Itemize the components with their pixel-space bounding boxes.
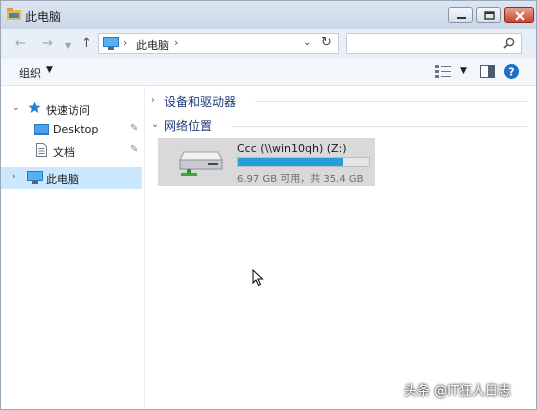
explorer-window: 此电脑 ← → ▼ ↑ › 此电脑 › ⌄ ↻ 组织 ▼ ▼ ? ⌄ 快速访问 … — [0, 0, 537, 410]
chevron-down-icon[interactable]: ▼ — [460, 66, 467, 76]
breadcrumb-location[interactable]: 此电脑 — [136, 37, 169, 53]
refresh-icon[interactable]: ↻ — [321, 35, 332, 50]
divider — [255, 101, 527, 102]
desktop-icon — [34, 124, 49, 138]
help-icon[interactable]: ? — [504, 64, 519, 82]
sidebar-item-desktop[interactable]: Desktop ✎ — [1, 119, 142, 141]
chevron-right-icon[interactable]: › — [12, 172, 16, 182]
chevron-right-icon[interactable]: › — [151, 95, 155, 106]
sidebar-item-label: Desktop — [53, 123, 99, 136]
minimize-icon — [457, 17, 466, 19]
breadcrumb-separator[interactable]: › — [123, 36, 127, 49]
address-bar[interactable]: › 此电脑 › ⌄ ↻ — [98, 33, 339, 54]
cursor-icon — [252, 268, 264, 290]
window-title: 此电脑 — [25, 10, 62, 24]
chevron-down-icon[interactable]: ⌄ — [151, 119, 159, 130]
watermark: 头条 @IT狂人日志 — [404, 384, 511, 399]
maximize-icon — [484, 11, 495, 20]
navigation-pane: ⌄ 快速访问 Desktop ✎ 文档 ✎ › 此电脑 — [1, 86, 145, 409]
folder-icon — [7, 8, 21, 23]
sidebar-item-label: 快速访问 — [46, 104, 90, 117]
pin-icon[interactable]: ✎ — [130, 144, 138, 155]
network-drive-icon — [178, 146, 224, 179]
chevron-down-icon[interactable]: ⌄ — [12, 103, 20, 113]
maximize-button[interactable] — [476, 7, 501, 23]
star-icon — [28, 101, 41, 117]
up-icon[interactable]: ↑ — [81, 37, 92, 51]
command-bar: 组织 ▼ ▼ ? — [1, 59, 536, 86]
minimize-button[interactable] — [448, 7, 473, 23]
computer-icon — [103, 37, 119, 53]
breadcrumb-separator[interactable]: › — [174, 36, 178, 49]
sidebar-item-quick-access[interactable]: ⌄ 快速访问 — [1, 98, 142, 120]
close-button[interactable] — [504, 7, 534, 23]
content-pane: › 设备和驱动器 ⌄ 网络位置 Ccc (\\win10qh) (Z:) 6.9… — [145, 86, 536, 409]
drive-name: Ccc (\\win10qh) (Z:) — [237, 142, 347, 155]
chevron-down-icon[interactable]: ▼ — [46, 65, 53, 75]
group-label: 网络位置 — [164, 119, 213, 133]
drive-usage-bar — [237, 157, 370, 167]
chevron-down-icon[interactable]: ⌄ — [303, 37, 311, 48]
search-icon[interactable] — [503, 37, 515, 52]
organize-button[interactable]: 组织 — [19, 65, 41, 81]
sidebar-item-label: 此电脑 — [46, 173, 79, 186]
divider — [231, 126, 527, 127]
recent-locations-icon[interactable]: ▼ — [65, 39, 71, 53]
back-icon[interactable]: ← — [15, 37, 26, 51]
preview-pane-icon[interactable] — [480, 65, 495, 81]
drive-free-space: 6.97 GB 可用，共 35.4 GB — [237, 174, 364, 185]
pin-icon[interactable]: ✎ — [130, 123, 138, 134]
drive-usage-fill — [238, 158, 344, 166]
group-header-devices[interactable]: › 设备和驱动器 — [151, 93, 271, 111]
computer-icon — [27, 171, 43, 187]
close-icon — [515, 11, 525, 21]
svg-text:?: ? — [508, 66, 514, 79]
view-icon[interactable] — [435, 65, 451, 81]
network-drive-item[interactable]: Ccc (\\win10qh) (Z:) 6.97 GB 可用，共 35.4 G… — [158, 138, 375, 186]
forward-icon[interactable]: → — [42, 37, 53, 51]
sidebar-item-label: 文档 — [53, 146, 75, 159]
search-input[interactable] — [346, 33, 522, 54]
group-label: 设备和驱动器 — [164, 95, 237, 109]
sidebar-item-documents[interactable]: 文档 ✎ — [1, 140, 142, 162]
address-row: ← → ▼ ↑ › 此电脑 › ⌄ ↻ — [1, 29, 536, 60]
document-icon — [36, 143, 47, 160]
sidebar-item-this-pc[interactable]: › 此电脑 — [1, 167, 142, 189]
title-bar[interactable]: 此电脑 — [1, 1, 536, 29]
